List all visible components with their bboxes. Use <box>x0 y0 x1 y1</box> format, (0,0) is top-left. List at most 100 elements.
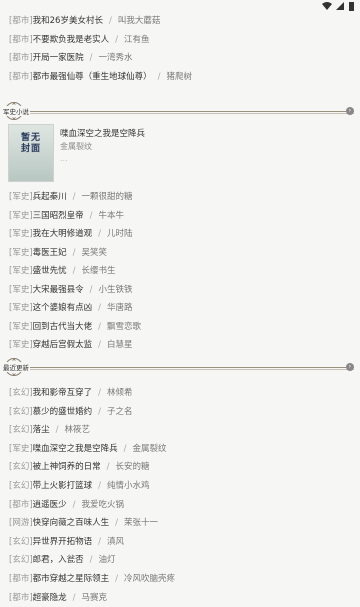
book-title[interactable]: 超豪隐龙 <box>33 593 67 603</box>
featured-book[interactable]: 暂无 封面 喋血深空之我是空降兵 金属裂纹... <box>8 124 353 184</box>
list-item[interactable]: [军史]回到古代当大佬 / 飘雪恋歌 <box>9 318 354 336</box>
list-item[interactable]: [军史]穿越后宫假太监 / 白慧星 <box>9 336 354 354</box>
book-title[interactable]: 异世界开拓物语 <box>33 537 93 547</box>
book-author[interactable]: 纯情小水鸡 <box>107 481 150 491</box>
book-title[interactable]: 被上神饲养的日常 <box>33 462 101 472</box>
battery-icon <box>349 2 354 11</box>
book-author[interactable]: 我爱吃火锅 <box>82 500 125 510</box>
category-tag: [玄幻] <box>9 425 33 436</box>
separator: / <box>72 266 76 276</box>
list-item[interactable]: [玄幻]异世界开拓物语 / 滇风 <box>9 533 354 551</box>
book-title[interactable]: 慕少的盛世婚约 <box>33 407 93 417</box>
list-item[interactable]: [军史]喋血深空之我是空降兵 / 金属裂纹 <box>9 440 354 458</box>
book-author[interactable]: 叫我大蘑菇 <box>118 16 161 26</box>
book-author[interactable]: 马赛克 <box>82 593 108 603</box>
book-author[interactable]: 一颗很甜的糖 <box>82 192 133 202</box>
list-item[interactable]: [军史]毒医王妃 / 吴笑笑 <box>9 244 354 262</box>
list-item[interactable]: [都市]逍遥医少 / 我爱吃火锅 <box>9 496 354 514</box>
list-item[interactable]: [军史]我在大明修道观 / 儿时陆 <box>9 225 354 243</box>
book-title[interactable]: 喋血深空之我是空降兵 <box>33 444 118 454</box>
list-item[interactable]: [军史]盛世先忧 / 长缨书生 <box>9 262 354 280</box>
list-item[interactable]: [军史]兵起秦川 / 一颗很甜的糖 <box>9 188 354 206</box>
book-author[interactable]: 长缨书生 <box>82 266 116 276</box>
category-tag: [都市] <box>9 592 33 603</box>
book-title[interactable]: 逍遥医少 <box>33 500 67 510</box>
book-title[interactable]: 穿越后宫假太监 <box>33 340 93 350</box>
book-title[interactable]: 落尘 <box>33 425 50 435</box>
category-tag: [军史] <box>9 340 33 350</box>
separator: / <box>72 192 76 202</box>
book-title[interactable]: 盛世先忧 <box>33 266 67 276</box>
book-author[interactable]: 江有鱼 <box>124 35 150 45</box>
list-item[interactable]: [玄幻]我和影帝互穿了 / 林倾希 <box>9 384 354 402</box>
book-author[interactable]: 冷风吹脑壳疼 <box>124 574 175 584</box>
list-item[interactable]: [军史]这个婆娘有点凶 / 华唐路 <box>9 299 354 317</box>
list-item[interactable]: [玄幻]落尘 / 林筱艺 <box>9 421 354 439</box>
list-item[interactable]: [都市]都市最强仙尊（重生地球仙尊） / 猪爬树 <box>9 68 354 86</box>
separator: / <box>98 388 102 398</box>
separator: / <box>98 229 102 239</box>
featured-author: 金属裂纹 <box>60 142 92 151</box>
book-author[interactable]: 滇风 <box>107 537 124 547</box>
book-author[interactable]: 牛本牛 <box>99 211 125 221</box>
book-title[interactable]: 不要欺负我是老实人 <box>33 35 110 45</box>
list-item[interactable]: [都市]都市穿越之星际领主 / 冷风吹脑壳疼 <box>9 570 354 588</box>
book-author[interactable]: 油灯 <box>99 555 116 565</box>
book-author[interactable]: 林倾希 <box>107 388 133 398</box>
separator: / <box>98 303 102 313</box>
list-item[interactable]: [军史]大宋最强县令 / 小生铁铁 <box>9 281 354 299</box>
book-author[interactable]: 林筱艺 <box>65 425 91 435</box>
book-author[interactable]: 飘雪恋歌 <box>107 322 141 332</box>
list-item[interactable]: [玄幻]被上神饲养的日常 / 长安的糖 <box>9 458 354 476</box>
list-item[interactable]: [军史]三国昭烈皇帝 / 牛本牛 <box>9 207 354 225</box>
book-author[interactable]: 吴笑笑 <box>82 248 108 258</box>
book-title[interactable]: 都市穿越之星际领主 <box>33 574 110 584</box>
category-tag: [玄幻] <box>9 481 33 491</box>
featured-title[interactable]: 喋血深空之我是空降兵 <box>60 127 145 139</box>
book-author[interactable]: 华唐路 <box>107 303 133 313</box>
section-title[interactable]: 最近更新 <box>2 362 30 372</box>
book-title[interactable]: 郎君，入瓮否 <box>33 555 84 565</box>
list-item[interactable]: [网游]快穿向薇之百味人生 / 茉张十一 <box>9 514 354 532</box>
list-item[interactable]: [玄幻]郎君，入瓮否 / 油灯 <box>9 551 354 569</box>
book-cover[interactable]: 暂无 封面 <box>8 124 54 182</box>
book-title[interactable]: 都市最强仙尊（重生地球仙尊） <box>33 72 152 82</box>
section-header-military: 军史小说 › <box>0 100 360 122</box>
separator: / <box>98 321 102 332</box>
book-author[interactable]: 长安的糖 <box>116 462 150 472</box>
book-title[interactable]: 毒医王妃 <box>33 248 67 258</box>
list-item[interactable]: [玄幻]慕少的盛世婚约 / 子之名 <box>9 403 354 421</box>
list-item[interactable]: [都市]不要欺负我是老实人 / 江有鱼 <box>9 31 354 49</box>
book-title[interactable]: 大宋最强县令 <box>33 285 84 295</box>
book-author[interactable]: 茉张十一 <box>124 518 158 528</box>
book-title[interactable]: 我和影帝互穿了 <box>33 388 93 398</box>
book-title[interactable]: 我在大明修道观 <box>33 229 93 239</box>
book-title[interactable]: 开局一家医院 <box>33 53 84 63</box>
separator: / <box>98 481 102 491</box>
category-tag: [玄幻] <box>9 406 33 417</box>
category-tag: [军史] <box>9 321 33 332</box>
book-title[interactable]: 兵起秦川 <box>33 192 67 202</box>
book-author[interactable]: 小生铁铁 <box>99 285 133 295</box>
book-author[interactable]: 一湾秀水 <box>99 53 133 63</box>
book-title[interactable]: 快穿向薇之百味人生 <box>33 518 110 528</box>
book-title[interactable]: 三国昭烈皇帝 <box>33 211 84 221</box>
book-author[interactable]: 猪爬树 <box>167 72 193 82</box>
more-arrow-icon[interactable]: › <box>346 107 354 115</box>
list-item[interactable]: [都市]我和26岁美女村长 / 叫我大蘑菇 <box>9 12 354 30</box>
book-title[interactable]: 带上火影打篮球 <box>33 481 93 491</box>
separator: / <box>89 53 93 63</box>
list-item[interactable]: [都市]开局一家医院 / 一湾秀水 <box>9 49 354 67</box>
book-title[interactable]: 这个婆娘有点凶 <box>33 303 93 313</box>
section-divider <box>24 111 354 112</box>
section-title[interactable]: 军史小说 <box>2 106 30 116</box>
book-author[interactable]: 子之名 <box>107 407 133 417</box>
list-item[interactable]: [玄幻]带上火影打篮球 / 纯情小水鸡 <box>9 477 354 495</box>
book-author[interactable]: 儿时陆 <box>107 229 133 239</box>
book-title[interactable]: 我和26岁美女村长 <box>33 16 103 26</box>
list-item[interactable]: [都市]超豪隐龙 / 马赛克 <box>9 589 354 607</box>
book-author[interactable]: 金属裂纹 <box>133 444 167 454</box>
book-author[interactable]: 白慧星 <box>107 340 133 350</box>
more-arrow-icon[interactable]: › <box>346 363 354 371</box>
book-title[interactable]: 回到古代当大佬 <box>33 322 93 332</box>
